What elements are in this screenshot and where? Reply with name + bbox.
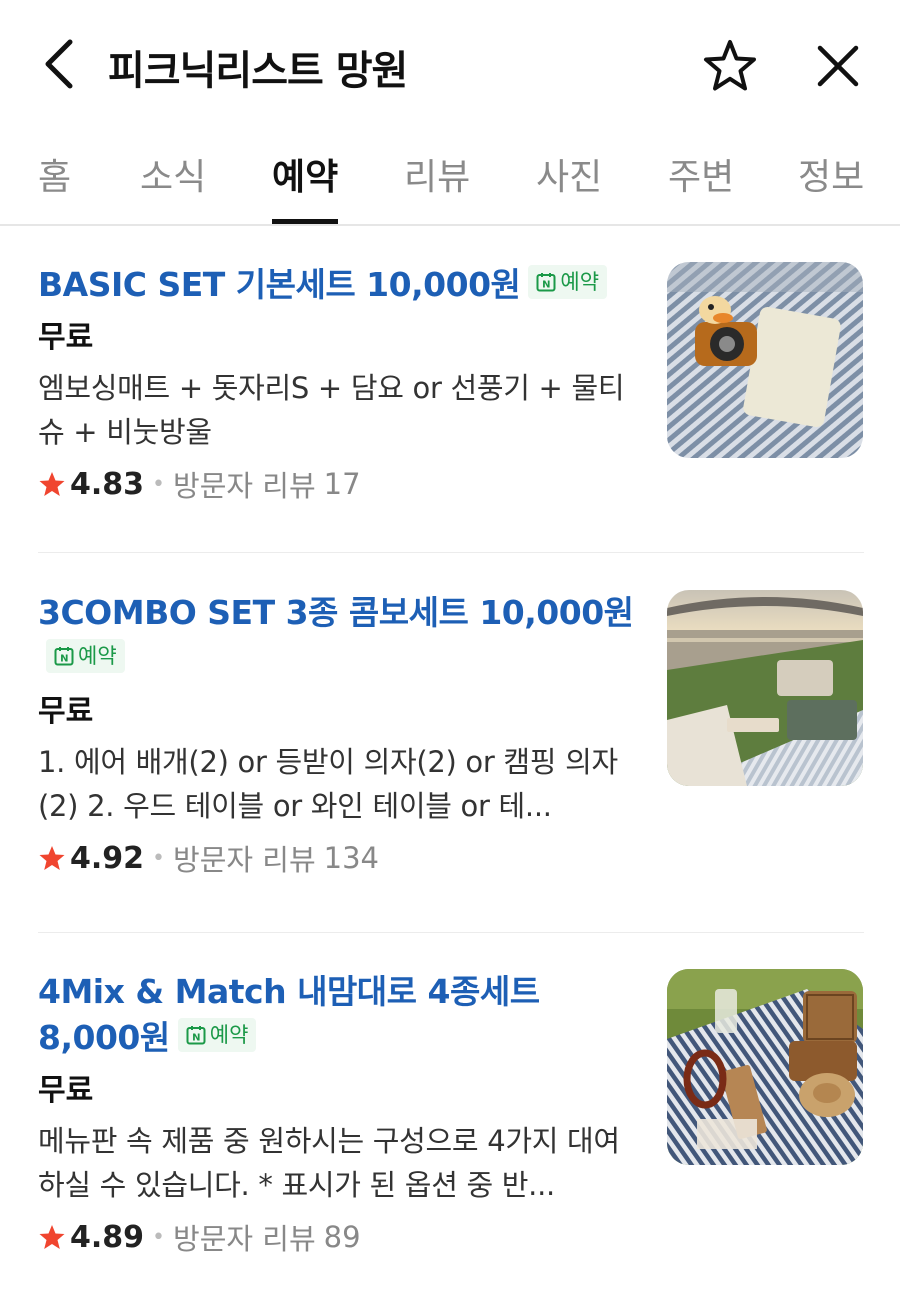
- item-price: 무료: [38, 1073, 94, 1108]
- rating-row: 4.89 • 방문자 리뷰 89: [38, 1215, 638, 1259]
- calendar-n-icon: N: [54, 647, 74, 666]
- tab-nearby[interactable]: 주변: [668, 148, 734, 224]
- mix-match-set-photo: [667, 969, 863, 1165]
- star-filled-icon: [39, 1225, 65, 1249]
- item-description: 메뉴판 속 제품 중 원하시는 구성으로 4가지 대여하실 수 있습니다. * …: [38, 1124, 620, 1202]
- divider: [38, 552, 864, 553]
- review-label: 방문자 리뷰: [173, 469, 316, 503]
- tab-news[interactable]: 소식: [140, 148, 206, 224]
- review-count: 17: [323, 467, 361, 501]
- review-count: 134: [323, 841, 379, 875]
- tab-bar: 홈 소식 예약 리뷰 사진 주변 정보: [0, 130, 900, 226]
- chevron-left-icon: [45, 39, 73, 89]
- rating-value: 4.89: [70, 1219, 145, 1255]
- divider: [38, 932, 864, 933]
- basic-set-photo: [667, 262, 863, 458]
- item-title[interactable]: 3COMBO SET 3종 콤보세트 10,000원 N 예약: [38, 590, 638, 682]
- svg-text:N: N: [192, 1033, 200, 1044]
- item-price: 무료: [38, 694, 94, 729]
- tab-photos[interactable]: 사진: [536, 148, 602, 224]
- separator-dot: •: [152, 471, 166, 497]
- star-filled-icon: [39, 846, 65, 870]
- svg-text:N: N: [60, 654, 68, 665]
- rating-row: 4.83 • 방문자 리뷰 17: [38, 462, 638, 506]
- favorite-button[interactable]: [700, 36, 760, 96]
- item-thumbnail[interactable]: [667, 590, 863, 786]
- combo-set-photo: [667, 590, 863, 786]
- item-title[interactable]: BASIC SET 기본세트 10,000원 N 예약: [38, 262, 638, 308]
- rating-value: 4.83: [70, 466, 145, 502]
- close-icon: [817, 45, 859, 87]
- tab-home[interactable]: 홈: [38, 148, 71, 224]
- rating-value: 4.92: [70, 840, 145, 876]
- booking-badge: N 예약: [528, 265, 608, 299]
- back-button[interactable]: [30, 32, 86, 96]
- top-bar: 피크닉리스트 망원: [0, 0, 900, 130]
- review-label: 방문자 리뷰: [173, 843, 316, 877]
- star-filled-icon: [39, 472, 65, 496]
- separator-dot: •: [152, 1224, 166, 1250]
- booking-badge: N 예약: [177, 1018, 257, 1052]
- booking-badge: N 예약: [46, 639, 125, 673]
- svg-text:N: N: [542, 280, 550, 291]
- tab-reviews[interactable]: 리뷰: [404, 148, 470, 224]
- page-title: 피크닉리스트 망원: [108, 48, 408, 94]
- item-title[interactable]: 4Mix & Match 내맘대로 4종세트 8,000원 N 예약: [38, 969, 638, 1061]
- tab-booking[interactable]: 예약: [272, 148, 339, 224]
- calendar-n-icon: N: [186, 1026, 206, 1045]
- calendar-n-icon: N: [536, 273, 556, 292]
- tab-info[interactable]: 정보: [798, 148, 864, 224]
- separator-dot: •: [152, 845, 166, 871]
- item-description: 1. 에어 배개(2) or 등받이 의자(2) or 캠핑 의자(2) 2. …: [38, 745, 618, 823]
- review-count: 89: [323, 1220, 361, 1254]
- star-outline-icon: [704, 40, 756, 91]
- close-button[interactable]: [808, 36, 868, 96]
- item-thumbnail[interactable]: [667, 969, 863, 1165]
- item-description: 엠보싱매트 + 돗자리S + 담요 or 선풍기 + 물티슈 + 비눗방울: [38, 371, 625, 449]
- rating-row: 4.92 • 방문자 리뷰 134: [38, 836, 638, 880]
- item-price: 무료: [38, 320, 94, 355]
- item-thumbnail[interactable]: [667, 262, 863, 458]
- review-label: 방문자 리뷰: [173, 1222, 316, 1256]
